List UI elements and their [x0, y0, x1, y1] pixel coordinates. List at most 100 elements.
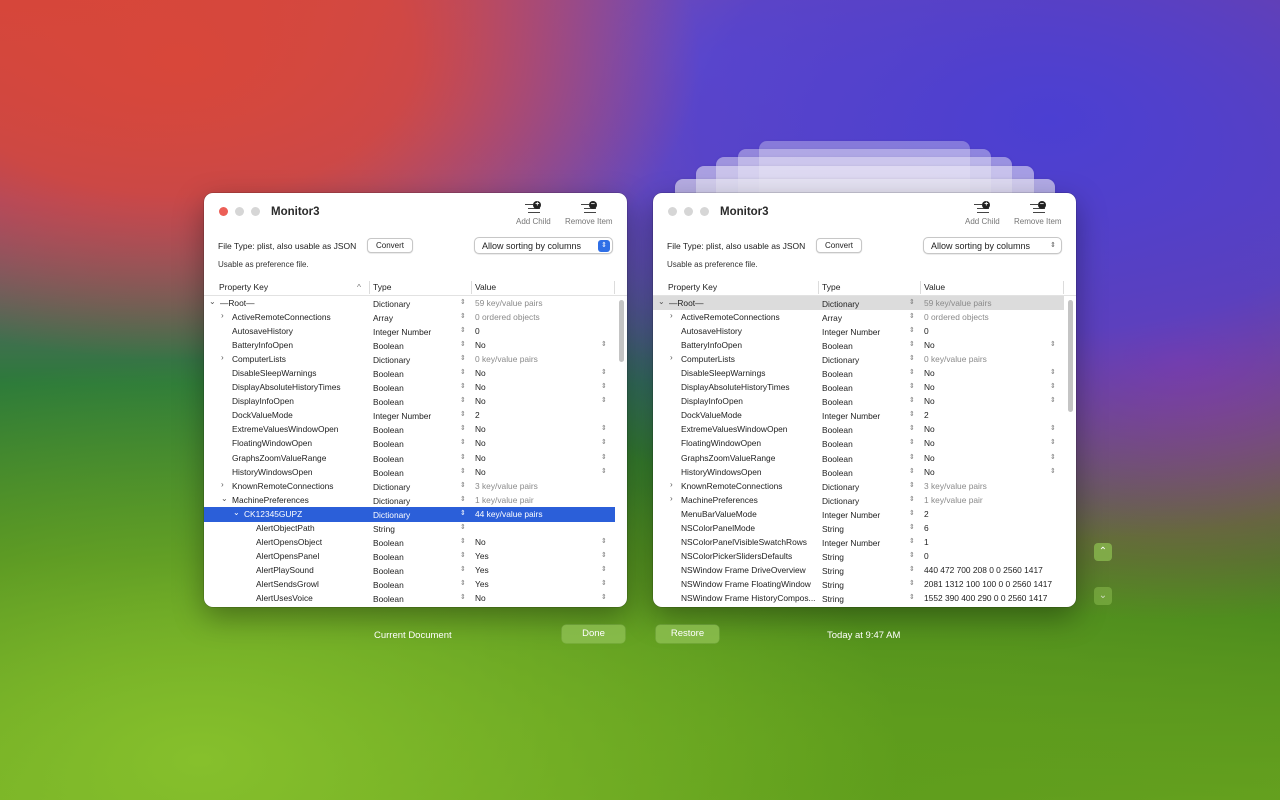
- row-type[interactable]: Boolean: [373, 580, 404, 590]
- row-type[interactable]: Boolean: [822, 341, 853, 351]
- row-type[interactable]: Dictionary: [373, 482, 410, 492]
- column-type[interactable]: Type: [822, 282, 840, 292]
- row-value[interactable]: No: [924, 424, 935, 434]
- type-popup-arrows-icon[interactable]: ⇕: [909, 481, 915, 489]
- row-key[interactable]: HistoryWindowsOpen: [232, 467, 313, 477]
- type-popup-arrows-icon[interactable]: ⇕: [460, 523, 466, 531]
- row-key[interactable]: AlertSendsGrowl: [256, 579, 319, 589]
- value-popup-arrows-icon[interactable]: ⇕: [1050, 368, 1056, 376]
- row-value[interactable]: 0 ordered objects: [924, 312, 989, 322]
- type-popup-arrows-icon[interactable]: ⇕: [460, 396, 466, 404]
- type-popup-arrows-icon[interactable]: ⇕: [460, 551, 466, 559]
- vertical-scrollbar[interactable]: [619, 300, 624, 362]
- row-value[interactable]: No: [924, 340, 935, 350]
- row-key[interactable]: NSColorPickerSlidersDefaults: [681, 551, 792, 561]
- row-value[interactable]: No: [924, 453, 935, 463]
- row-type[interactable]: Dictionary: [373, 299, 410, 309]
- row-type[interactable]: Array: [373, 313, 393, 323]
- table-row[interactable]: AlertPlaySound Boolean ⇕ Yes ⇕: [204, 564, 615, 578]
- row-value[interactable]: 0 key/value pairs: [924, 354, 987, 364]
- value-popup-arrows-icon[interactable]: ⇕: [601, 551, 607, 559]
- row-type[interactable]: Boolean: [373, 552, 404, 562]
- disclosure-triangle-icon[interactable]: ›: [221, 311, 224, 320]
- table-row[interactable]: AutosaveHistory Integer Number ⇕ 0: [204, 324, 615, 338]
- row-type[interactable]: Boolean: [822, 397, 853, 407]
- row-key[interactable]: GraphsZoomValueRange: [681, 453, 775, 463]
- row-value[interactable]: No: [475, 340, 486, 350]
- row-key[interactable]: MenuBarValueMode: [681, 509, 757, 519]
- table-row[interactable]: AlertObjectPath String ⇕: [204, 522, 615, 536]
- type-popup-arrows-icon[interactable]: ⇕: [909, 382, 915, 390]
- table-row[interactable]: ⌄ —Root— Dictionary ⇕ 59 key/value pairs: [653, 296, 1064, 311]
- row-key[interactable]: BatteryInfoOpen: [681, 340, 742, 350]
- add-child-button[interactable]: + Add Child: [965, 201, 1000, 226]
- row-key[interactable]: GraphsZoomValueRange: [232, 453, 326, 463]
- column-property-key[interactable]: Property Key: [219, 282, 268, 292]
- type-popup-arrows-icon[interactable]: ⇕: [460, 312, 466, 320]
- table-row[interactable]: DisableSleepWarnings Boolean ⇕ No ⇕: [204, 366, 615, 380]
- done-button[interactable]: Done: [562, 625, 625, 643]
- row-value[interactable]: No: [475, 453, 486, 463]
- row-value[interactable]: No: [475, 382, 486, 392]
- row-value[interactable]: 0 key/value pairs: [475, 354, 538, 364]
- row-type[interactable]: Boolean: [373, 425, 404, 435]
- value-popup-arrows-icon[interactable]: ⇕: [1050, 453, 1056, 461]
- row-key[interactable]: FloatingWindowOpen: [681, 438, 761, 448]
- value-popup-arrows-icon[interactable]: ⇕: [1050, 467, 1056, 475]
- row-key[interactable]: DisplayAbsoluteHistoryTimes: [232, 382, 341, 392]
- value-popup-arrows-icon[interactable]: ⇕: [601, 565, 607, 573]
- row-type[interactable]: Integer Number: [822, 411, 880, 421]
- row-key[interactable]: ActiveRemoteConnections: [232, 312, 331, 322]
- row-type[interactable]: Boolean: [373, 594, 404, 604]
- sorting-popup[interactable]: Allow sorting by columns ⇕: [923, 237, 1062, 254]
- type-popup-arrows-icon[interactable]: ⇕: [460, 438, 466, 446]
- row-type[interactable]: Boolean: [373, 538, 404, 548]
- row-key[interactable]: BatteryInfoOpen: [232, 340, 293, 350]
- type-popup-arrows-icon[interactable]: ⇕: [909, 410, 915, 418]
- row-type[interactable]: Boolean: [373, 439, 404, 449]
- table-row[interactable]: DockValueMode Integer Number ⇕ 2: [204, 409, 615, 423]
- row-value[interactable]: No: [924, 396, 935, 406]
- table-row[interactable]: AlertSendsGrowl Boolean ⇕ Yes ⇕: [204, 578, 615, 592]
- disclosure-triangle-icon[interactable]: ›: [670, 494, 673, 503]
- row-key[interactable]: DisableSleepWarnings: [681, 368, 765, 378]
- row-key[interactable]: DisplayInfoOpen: [232, 396, 294, 406]
- value-popup-arrows-icon[interactable]: ⇕: [1050, 424, 1056, 432]
- row-key[interactable]: ExtremeValuesWindowOpen: [232, 424, 338, 434]
- minimize-button[interactable]: [235, 207, 244, 216]
- disclosure-triangle-icon[interactable]: ⌄: [209, 297, 216, 306]
- table-row[interactable]: AlertOpensPanel Boolean ⇕ Yes ⇕: [204, 550, 615, 564]
- type-popup-arrows-icon[interactable]: ⇕: [909, 354, 915, 362]
- row-value[interactable]: 1: [924, 537, 929, 547]
- row-type[interactable]: Boolean: [822, 454, 853, 464]
- row-type[interactable]: Boolean: [373, 341, 404, 351]
- table-row[interactable]: › KnownRemoteConnections Dictionary ⇕ 3 key/…: [653, 479, 1064, 493]
- title-bar[interactable]: Monitor3 + Add Child − Remove Item: [204, 193, 627, 235]
- convert-button[interactable]: Convert: [816, 238, 863, 253]
- type-popup-arrows-icon[interactable]: ⇕: [460, 467, 466, 475]
- remove-item-button[interactable]: − Remove Item: [1014, 201, 1062, 226]
- row-type[interactable]: Boolean: [822, 425, 853, 435]
- row-type[interactable]: Boolean: [373, 369, 404, 379]
- table-row[interactable]: DisplayInfoOpen Boolean ⇕ No ⇕: [204, 395, 615, 409]
- table-row[interactable]: NSColorPickerSlidersDefaults String ⇕ 0: [653, 550, 1064, 564]
- minimize-button[interactable]: [684, 207, 693, 216]
- row-type[interactable]: String: [822, 594, 844, 604]
- type-popup-arrows-icon[interactable]: ⇕: [460, 495, 466, 503]
- outline-rows[interactable]: ⌄ —Root— Dictionary ⇕ 59 key/value pairs › Act…: [653, 296, 1064, 607]
- row-key[interactable]: —Root—: [669, 298, 703, 308]
- table-row[interactable]: FloatingWindowOpen Boolean ⇕ No ⇕: [653, 437, 1064, 451]
- type-popup-arrows-icon[interactable]: ⇕: [460, 382, 466, 390]
- type-popup-arrows-icon[interactable]: ⇕: [460, 326, 466, 334]
- table-row[interactable]: HistoryWindowsOpen Boolean ⇕ No ⇕: [204, 465, 615, 479]
- row-key[interactable]: MachinePreferences: [681, 495, 758, 505]
- row-key[interactable]: ComputerLists: [681, 354, 735, 364]
- type-popup-arrows-icon[interactable]: ⇕: [460, 565, 466, 573]
- value-popup-arrows-icon[interactable]: ⇕: [1050, 382, 1056, 390]
- sorting-popup[interactable]: Allow sorting by columns ⇕: [474, 237, 613, 254]
- type-popup-arrows-icon[interactable]: ⇕: [909, 340, 915, 348]
- row-key[interactable]: HistoryWindowsOpen: [681, 467, 762, 477]
- table-row[interactable]: ⌄ CK12345GUPZ Dictionary ⇕ 44 key/value pair…: [204, 507, 615, 522]
- older-version-button[interactable]: ⌃: [1094, 543, 1112, 561]
- table-row[interactable]: NSWindow Frame FloatingWindow String ⇕ 2081…: [653, 578, 1064, 592]
